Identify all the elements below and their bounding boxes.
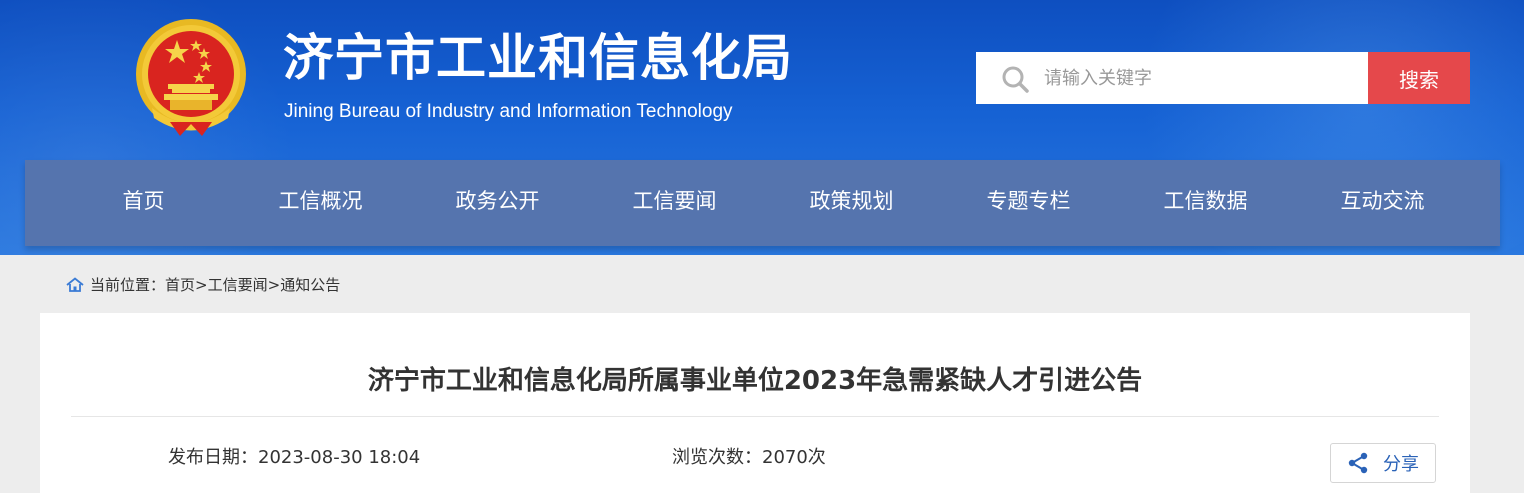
share-button[interactable]: 分享 [1330,443,1436,483]
breadcrumb-link-news[interactable]: 工信要闻 [208,274,268,295]
breadcrumb-link-home[interactable]: 首页 [165,274,195,295]
nav-item-interaction[interactable]: 互动交流 [1294,160,1471,246]
breadcrumb-separator: > [267,275,281,294]
home-icon [66,276,84,292]
publish-date-value: 2023-08-30 18:04 [258,447,421,468]
nav-item-policy[interactable]: 政策规划 [763,160,940,246]
nav-item-data[interactable]: 工信数据 [1117,160,1294,246]
breadcrumb-label: 当前位置： [90,276,166,294]
main-nav: 首页 工信概况 政务公开 工信要闻 政策规划 专题专栏 工信数据 互动交流 [25,160,1500,246]
view-count-label: 浏览次数： [672,447,762,468]
nav-item-special-topics[interactable]: 专题专栏 [940,160,1117,246]
search-input[interactable] [1044,60,1334,96]
site-subtitle: Jining Bureau of Industry and Informatio… [284,101,733,122]
publish-date-label: 发布日期： [168,447,258,468]
search-icon [1002,66,1029,93]
site-title: 济宁市工业和信息化局 [283,29,793,87]
view-count-value: 2070次 [762,447,826,468]
search-box: 搜索 [976,52,1470,104]
publish-date: 发布日期：2023-08-30 18:04 [168,445,420,471]
nav-item-news[interactable]: 工信要闻 [586,160,763,246]
share-icon [1348,452,1368,474]
breadcrumb-separator: > [195,275,208,294]
breadcrumb-link-notices[interactable]: 通知公告 [280,274,340,295]
national-emblem-icon [136,19,246,136]
view-count: 浏览次数：2070次 [672,445,826,471]
share-label: 分享 [1383,454,1419,475]
article-panel: 济宁市工业和信息化局所属事业单位2023年急需紧缺人才引进公告 发布日期：202… [40,313,1470,493]
nav-item-home[interactable]: 首页 [55,160,232,246]
breadcrumb: 当前位置： 首页 > 工信要闻 > 通知公告 [66,274,340,295]
nav-item-government-affairs[interactable]: 政务公开 [409,160,586,246]
nav-item-overview[interactable]: 工信概况 [232,160,409,246]
article-title: 济宁市工业和信息化局所属事业单位2023年急需紧缺人才引进公告 [367,366,1143,396]
site-header: 济宁市工业和信息化局 Jining Bureau of Industry and… [0,0,1524,255]
title-divider [71,416,1439,417]
search-button[interactable]: 搜索 [1368,52,1470,104]
